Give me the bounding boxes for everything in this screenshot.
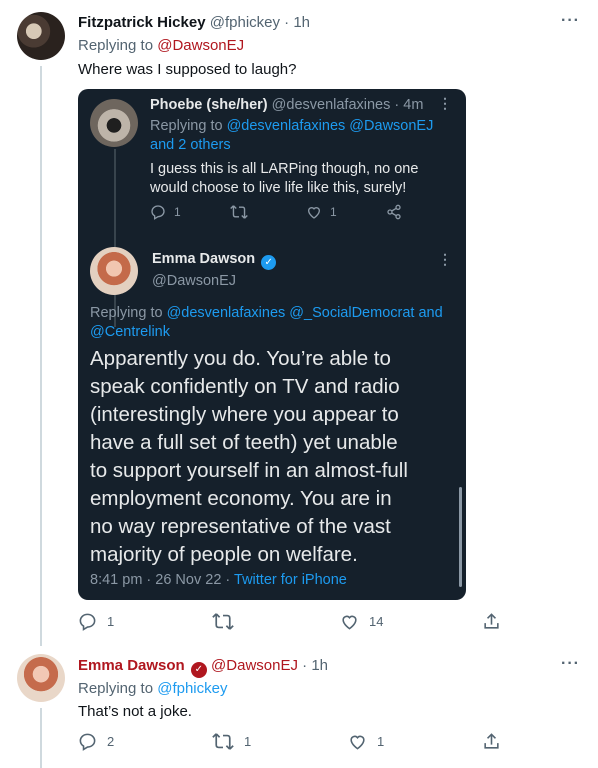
- embedded-scrollbar: [459, 487, 462, 587]
- tweet-header: Emma Dawson ✓ @DawsonEJ · 1h: [78, 657, 328, 678]
- embedded-avatar-phoebe: [90, 99, 138, 147]
- like-button[interactable]: 14: [340, 612, 383, 631]
- reply-button[interactable]: 2: [78, 732, 114, 751]
- embedded-reply: 1: [150, 204, 181, 220]
- embedded-main-text: Apparently you do. You’re able to speak …: [90, 347, 408, 566]
- embedded-header-phoebe: Phoebe (she/her) @desvenlafaxines · 4m: [150, 97, 423, 113]
- action-bar: 1 14: [78, 612, 501, 636]
- author-handle[interactable]: @fphickey: [210, 14, 280, 31]
- embedded-author-handle: @desvenlafaxines: [271, 97, 391, 113]
- retweet-icon: [212, 612, 234, 631]
- embedded-replying-centrelink: @Centrelink: [90, 324, 170, 340]
- replying-to: Replying to @DawsonEJ: [78, 37, 244, 54]
- verified-badge-icon: ✓: [261, 255, 277, 270]
- embedded-author-name: Emma Dawson: [152, 251, 256, 267]
- share-icon: [482, 612, 501, 631]
- embedded-replying: Replying to @desvenlafaxines @_SocialDem…: [90, 305, 443, 321]
- reply-icon: [78, 612, 97, 631]
- embedded-thread-line: [114, 149, 116, 327]
- tweet-text: That’s not a joke.: [78, 703, 192, 720]
- replying-to-link[interactable]: @DawsonEJ: [157, 37, 244, 54]
- embedded-replying-link: @desvenlafaxines @_SocialDemocrat and: [166, 305, 443, 321]
- replying-prefix: Replying to: [78, 680, 158, 697]
- embedded-text-line1: I guess this is all LARPing though, no o…: [150, 161, 419, 177]
- embedded-share: [386, 204, 402, 220]
- embedded-time: 8:41 pm · 26 Nov 22 ·: [90, 572, 235, 588]
- reply-button[interactable]: 1: [78, 612, 114, 631]
- action-bar: 2 1 1: [78, 732, 501, 756]
- avatar[interactable]: [17, 12, 65, 60]
- verified-badge-icon: ✓: [190, 662, 207, 678]
- embedded-more-icon: ⋮: [438, 251, 452, 267]
- reply-count: 1: [107, 614, 115, 629]
- embedded-source: Twitter for iPhone: [234, 572, 347, 588]
- heart-icon: [340, 612, 359, 631]
- retweet-button[interactable]: [212, 612, 244, 631]
- embedded-header-emma: Emma Dawson ✓: [152, 251, 277, 270]
- embedded-author-handle: @DawsonEJ: [152, 273, 237, 289]
- embedded-replying: Replying to @desvenlafaxines @DawsonEJ: [150, 118, 433, 134]
- embedded-action-bar: 1 1: [150, 204, 456, 228]
- reply-icon: [150, 204, 166, 220]
- author-name[interactable]: Emma Dawson: [78, 657, 185, 674]
- replying-to-link[interactable]: @fphickey: [157, 680, 227, 697]
- tweet-text: Where was I supposed to laugh?: [78, 61, 297, 78]
- like-count: 14: [369, 614, 384, 629]
- thread-line-top: [40, 66, 42, 646]
- embedded-author-name: Phoebe (she/her): [150, 97, 268, 113]
- retweet-icon: [212, 732, 234, 751]
- embedded-replying-link: @desvenlafaxines @DawsonEJ: [226, 118, 434, 134]
- author-name[interactable]: Fitzpatrick Hickey: [78, 14, 206, 31]
- embedded-avatar-emma: [90, 247, 138, 295]
- share-icon: [386, 204, 402, 220]
- embedded-like-count: 1: [330, 205, 337, 219]
- thread-line-bottom: [40, 708, 42, 768]
- tweet-time[interactable]: · 1h: [284, 14, 310, 31]
- embedded-replying-prefix: Replying to: [90, 305, 167, 321]
- embedded-more-icon: ⋮: [438, 95, 452, 111]
- reply-icon: [78, 732, 97, 751]
- embedded-tweet-time: · 4m: [394, 97, 424, 113]
- embedded-reply-count: 1: [174, 205, 181, 219]
- like-count: 1: [377, 734, 385, 749]
- share-icon: [482, 732, 501, 751]
- more-icon[interactable]: ···: [561, 655, 580, 673]
- retweet-button[interactable]: 1: [212, 732, 251, 751]
- more-icon[interactable]: ···: [561, 12, 580, 30]
- avatar[interactable]: [17, 654, 65, 702]
- embedded-replying-prefix: Replying to: [150, 118, 227, 134]
- embedded-screenshot[interactable]: Phoebe (she/her) @desvenlafaxines · 4m ⋮…: [78, 89, 466, 600]
- reply-count: 2: [107, 734, 115, 749]
- heart-icon: [348, 732, 367, 751]
- retweet-count: 1: [244, 734, 252, 749]
- share-button[interactable]: [482, 612, 501, 631]
- retweet-icon: [230, 204, 248, 220]
- author-handle[interactable]: @DawsonEJ: [211, 657, 298, 674]
- embedded-like: 1: [306, 204, 337, 220]
- replying-prefix: Replying to: [78, 37, 158, 54]
- tweet-header: Fitzpatrick Hickey @fphickey · 1h: [78, 14, 310, 31]
- heart-icon: [306, 204, 322, 220]
- tweet-time[interactable]: · 1h: [302, 657, 328, 674]
- embedded-text-line2: would choose to live life like this, sur…: [150, 180, 407, 196]
- embedded-timestamp: 8:41 pm · 26 Nov 22 · Twitter for iPhone: [90, 572, 347, 588]
- embedded-replying-others: and 2 others: [150, 137, 231, 153]
- share-button[interactable]: [482, 732, 501, 751]
- replying-to: Replying to @fphickey: [78, 680, 227, 697]
- embedded-retweet: [230, 204, 248, 220]
- like-button[interactable]: 1: [348, 732, 384, 751]
